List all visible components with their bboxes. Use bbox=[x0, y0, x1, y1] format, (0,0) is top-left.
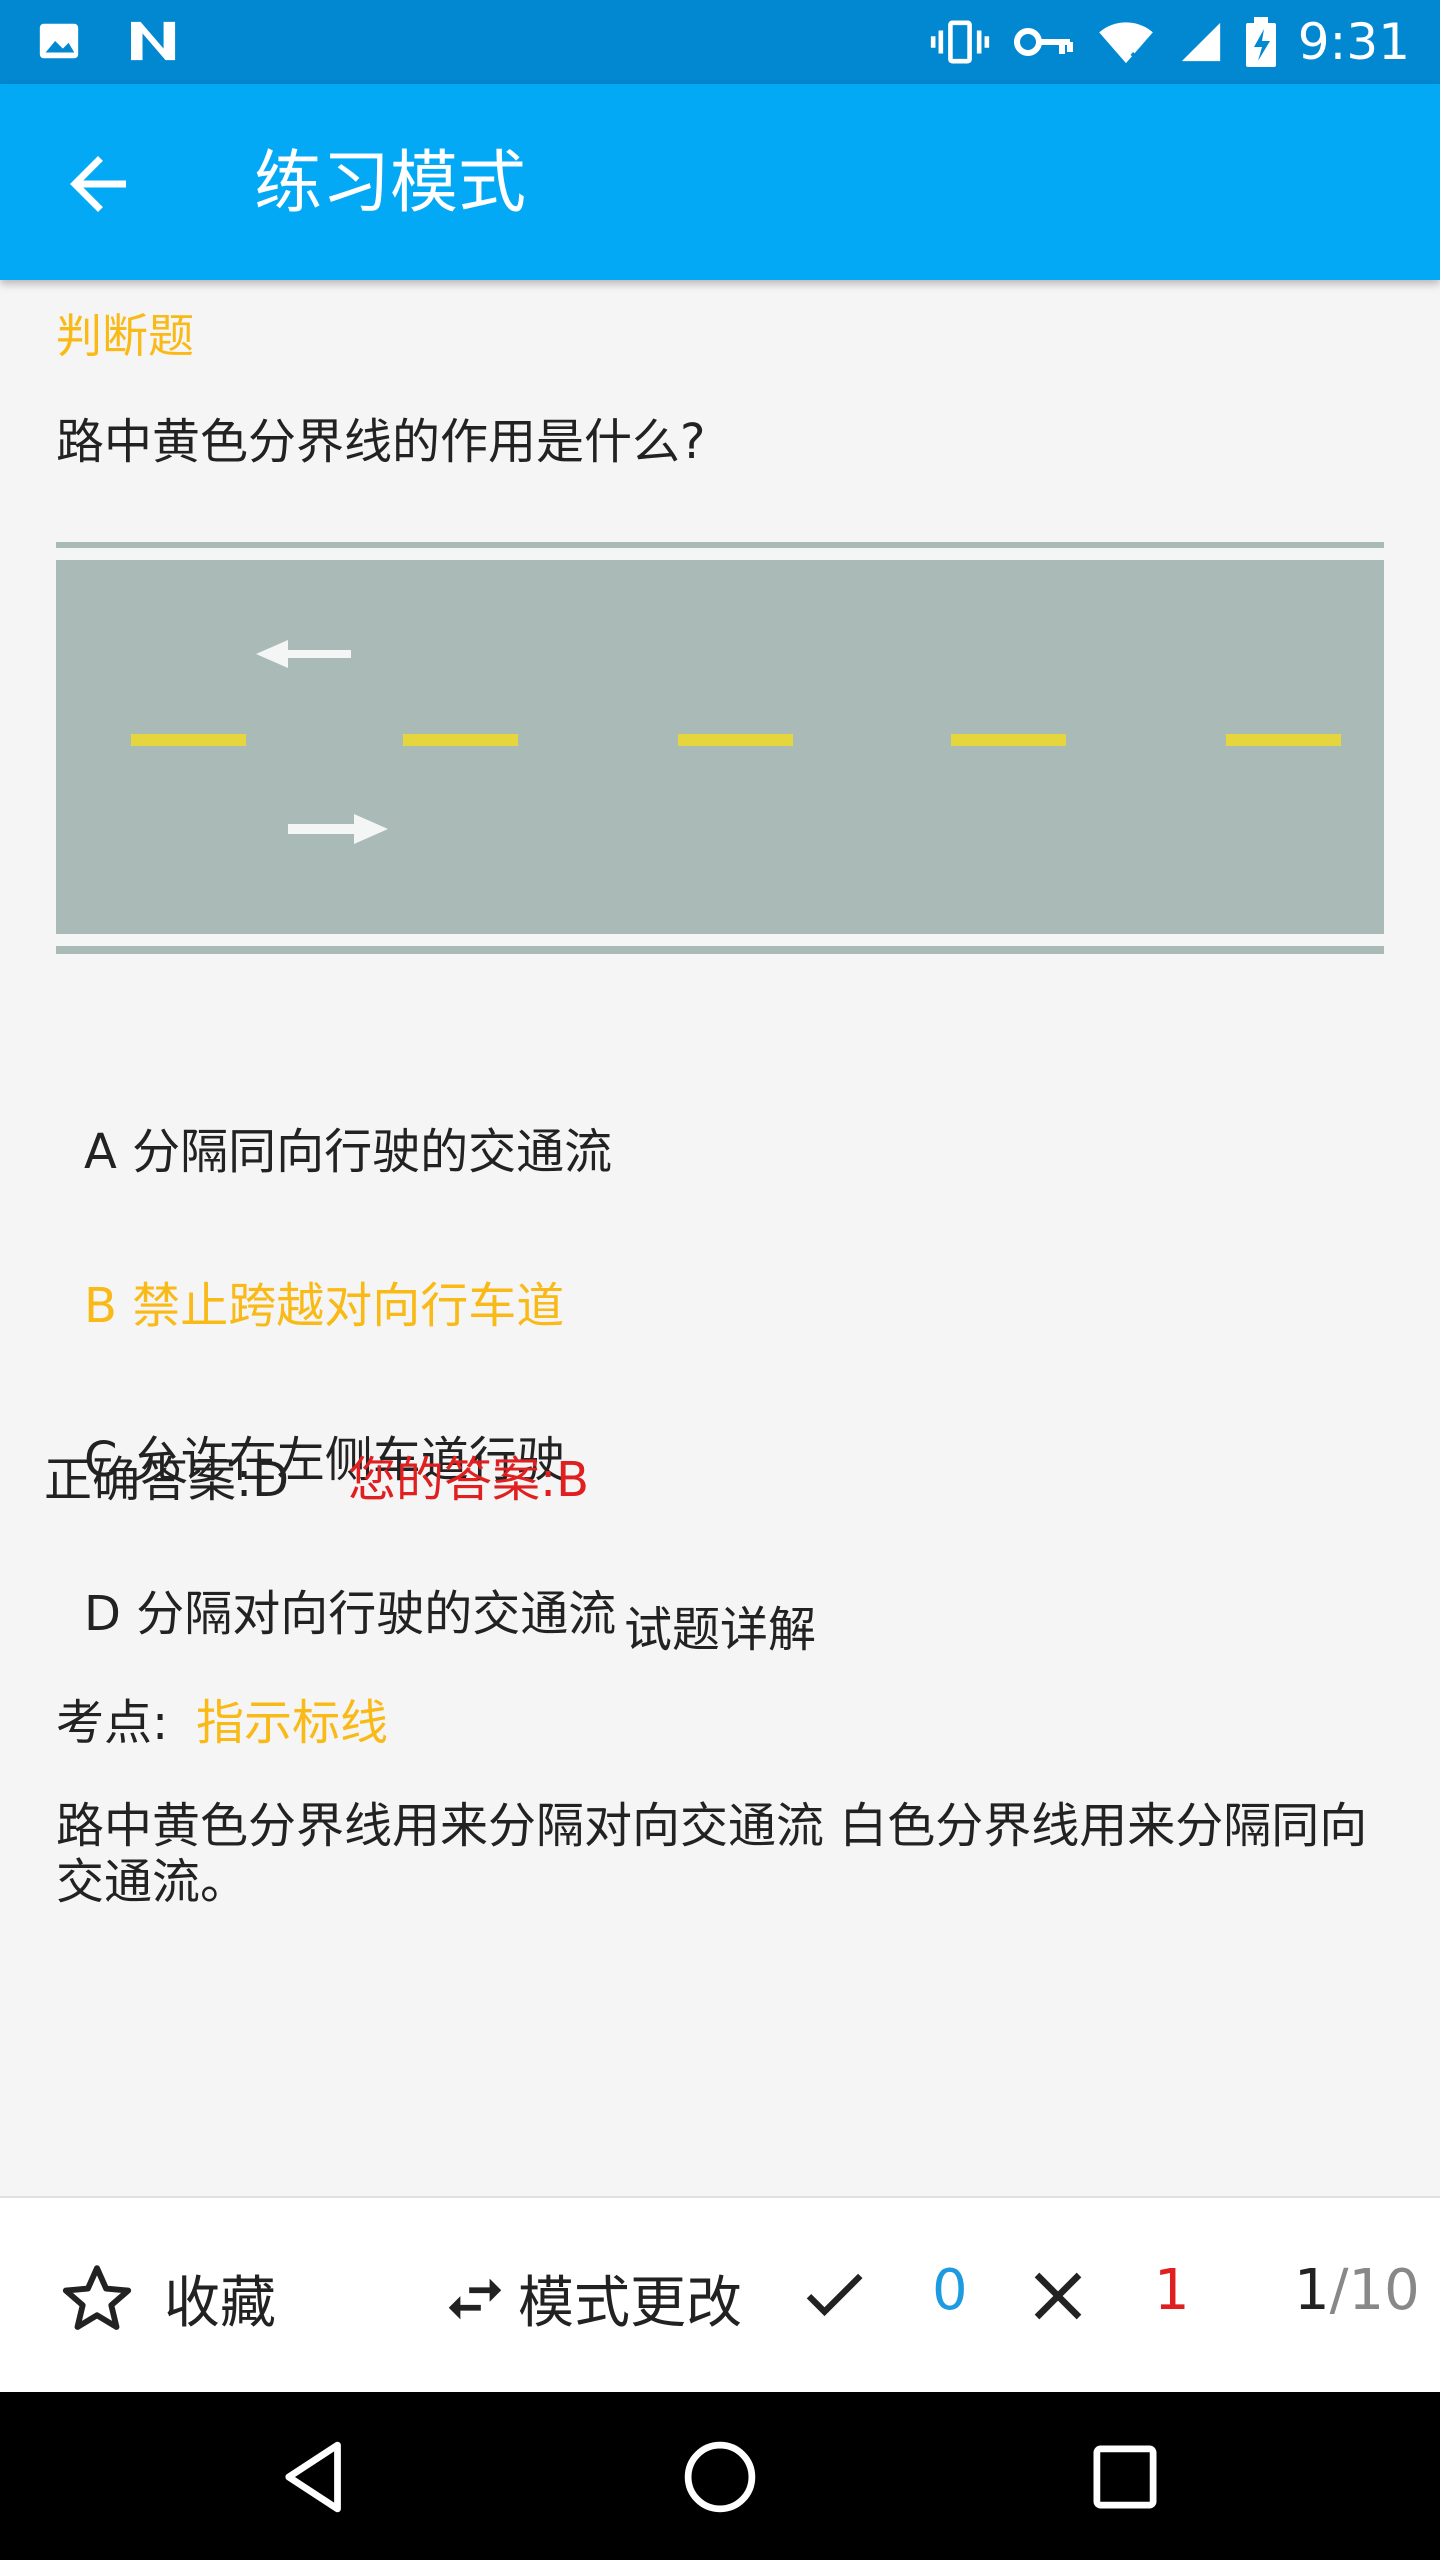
key-icon bbox=[1013, 28, 1073, 56]
swap-arrows-icon bbox=[448, 2278, 502, 2319]
battery-icon bbox=[1245, 17, 1276, 67]
image-icon bbox=[39, 23, 79, 59]
close-icon bbox=[1034, 2272, 1082, 2320]
wrong-count: 1 bbox=[1154, 2258, 1190, 2323]
bottom-action-bar: 收藏 模式更改 0 1 1 /10 bbox=[0, 2196, 1440, 2392]
page-title: 练习模式 bbox=[254, 144, 527, 223]
detail-title: 试题详解 bbox=[623, 1602, 816, 1658]
road-diagram-image bbox=[56, 542, 1384, 954]
nav-home-icon[interactable] bbox=[675, 2432, 765, 2522]
signal-icon bbox=[1181, 22, 1220, 62]
total-questions: /10 bbox=[1329, 2258, 1420, 2323]
wifi-icon bbox=[1098, 22, 1153, 65]
question-type: 判断题 bbox=[56, 309, 194, 363]
system-nav-bar bbox=[0, 2392, 1440, 2560]
star-outline-icon bbox=[62, 2264, 132, 2330]
back-arrow-icon[interactable] bbox=[56, 142, 140, 226]
mode-change-label: 模式更改 bbox=[518, 2271, 742, 2336]
check-icon bbox=[806, 2273, 863, 2317]
your-answer: 您的答案:B bbox=[348, 1452, 590, 1508]
point-value: 指示标线 bbox=[196, 1695, 389, 1751]
correct-answer: 正确答案:D bbox=[44, 1452, 290, 1508]
option-a[interactable]: A 分隔同向行驶的交通流 bbox=[84, 1112, 612, 1182]
n-icon bbox=[131, 21, 176, 61]
point-label: 考点: bbox=[56, 1695, 169, 1751]
nav-recents-icon[interactable] bbox=[1080, 2432, 1170, 2522]
status-bar: 9:31 bbox=[0, 0, 1440, 84]
correct-count: 0 bbox=[932, 2258, 968, 2323]
explanation-text: 路中黄色分界线用来分隔对向交通流 白色分界线用来分隔同向交通流。 bbox=[56, 1798, 1368, 1910]
favorite-button[interactable]: 收藏 bbox=[58, 2258, 276, 2339]
status-time: 9:31 bbox=[1297, 13, 1410, 71]
app-bar: 练习模式 bbox=[0, 84, 1440, 280]
nav-back-icon[interactable] bbox=[270, 2432, 360, 2522]
mode-change-button[interactable]: 模式更改 bbox=[440, 2258, 742, 2339]
question-text: 路中黄色分界线的作用是什么? bbox=[56, 414, 706, 470]
option-b[interactable]: B 禁止跨越对向行车道 bbox=[84, 1266, 564, 1336]
progress-indicator: 1 /10 bbox=[1294, 2258, 1420, 2323]
vibrate-icon bbox=[930, 20, 989, 64]
favorite-label: 收藏 bbox=[164, 2271, 276, 2336]
current-question: 1 bbox=[1294, 2258, 1330, 2323]
